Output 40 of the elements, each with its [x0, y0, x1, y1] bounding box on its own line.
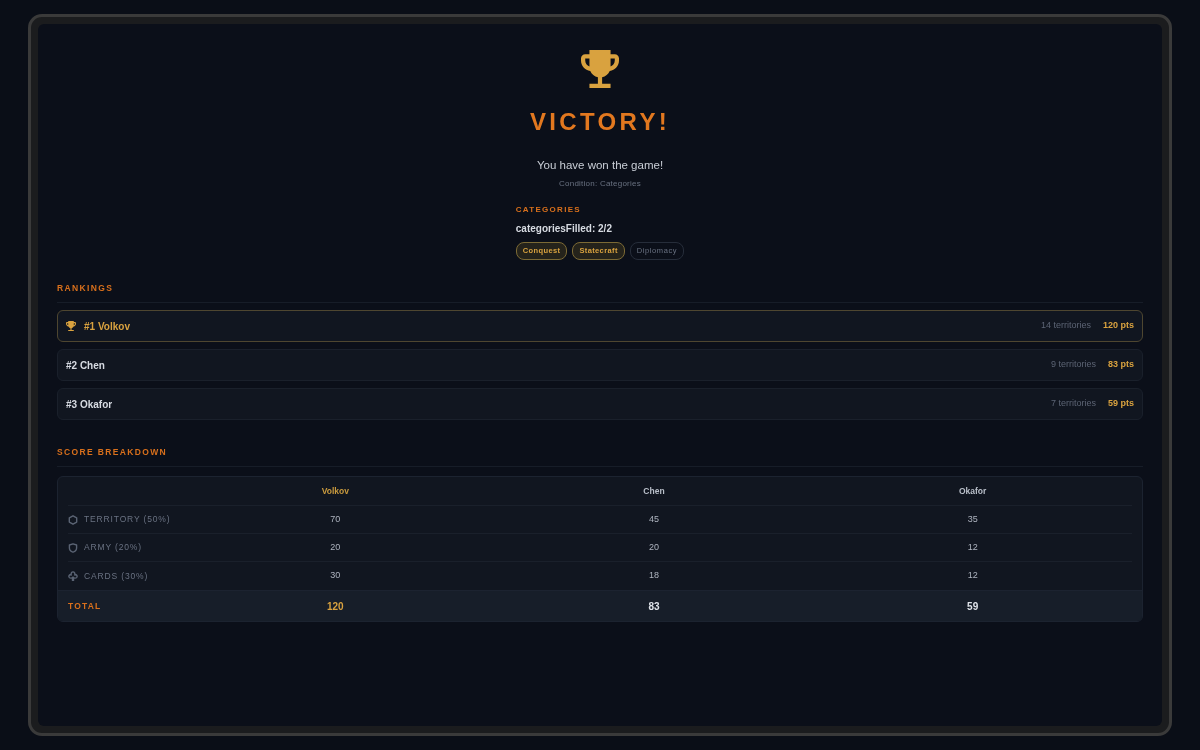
player-name: #3 Okafor — [66, 397, 113, 412]
score-cell: 12 — [967, 569, 978, 583]
score-category-label: TERRITORY (50%) — [84, 513, 171, 526]
score-breakdown-heading: SCORE BREAKDOWN — [57, 447, 168, 457]
club-icon — [68, 571, 78, 581]
total-cell-text: 59 — [967, 599, 979, 614]
trophy-icon — [66, 321, 76, 331]
rankings-heading: RANKINGS — [57, 283, 114, 293]
score-cell-text: 20 — [330, 540, 341, 554]
player-name: #1 Volkov — [84, 319, 130, 334]
column-header: Chen — [643, 484, 665, 498]
territory-count: 7 territories — [1050, 397, 1096, 411]
score-cell-text: 20 — [649, 540, 659, 554]
points-value: 83 pts — [1108, 358, 1134, 372]
trophy-icon — [581, 50, 619, 88]
total-label: TOTAL — [68, 599, 102, 613]
shield-icon — [68, 542, 78, 553]
column-header: Volkov — [321, 484, 349, 498]
total-cell-text: 120 — [327, 599, 344, 614]
win-condition: Condition: Categories — [559, 179, 641, 189]
territory-count: 9 territories — [1050, 358, 1096, 372]
column-header: Okafor — [958, 484, 987, 498]
score-cell: 18 — [649, 569, 659, 583]
score-cell-text: 45 — [649, 512, 659, 526]
score-category-label: ARMY (20%) — [84, 541, 142, 554]
categories-filled-text: categoriesFilled: 2/2 — [515, 223, 612, 235]
score-cell-text: 70 — [330, 512, 341, 526]
score-cell-text: 12 — [967, 540, 978, 554]
points-value: 59 pts — [1108, 397, 1134, 411]
victory-title: VICTORY! — [529, 108, 671, 136]
hexagon-icon — [68, 514, 78, 525]
points-value: 120 pts — [1102, 319, 1134, 333]
player-name: #2 Chen — [66, 358, 105, 373]
win-message: You have won the game! — [536, 158, 664, 172]
score-category-label: CARDS (30%) — [84, 569, 149, 583]
total-cell-text: 83 — [648, 599, 660, 614]
score-cell-text: 35 — [967, 512, 978, 526]
categories-label: CATEGORIES — [515, 205, 581, 215]
territory-count: 14 territories — [1040, 319, 1091, 333]
score-cell: 30 — [330, 569, 341, 583]
